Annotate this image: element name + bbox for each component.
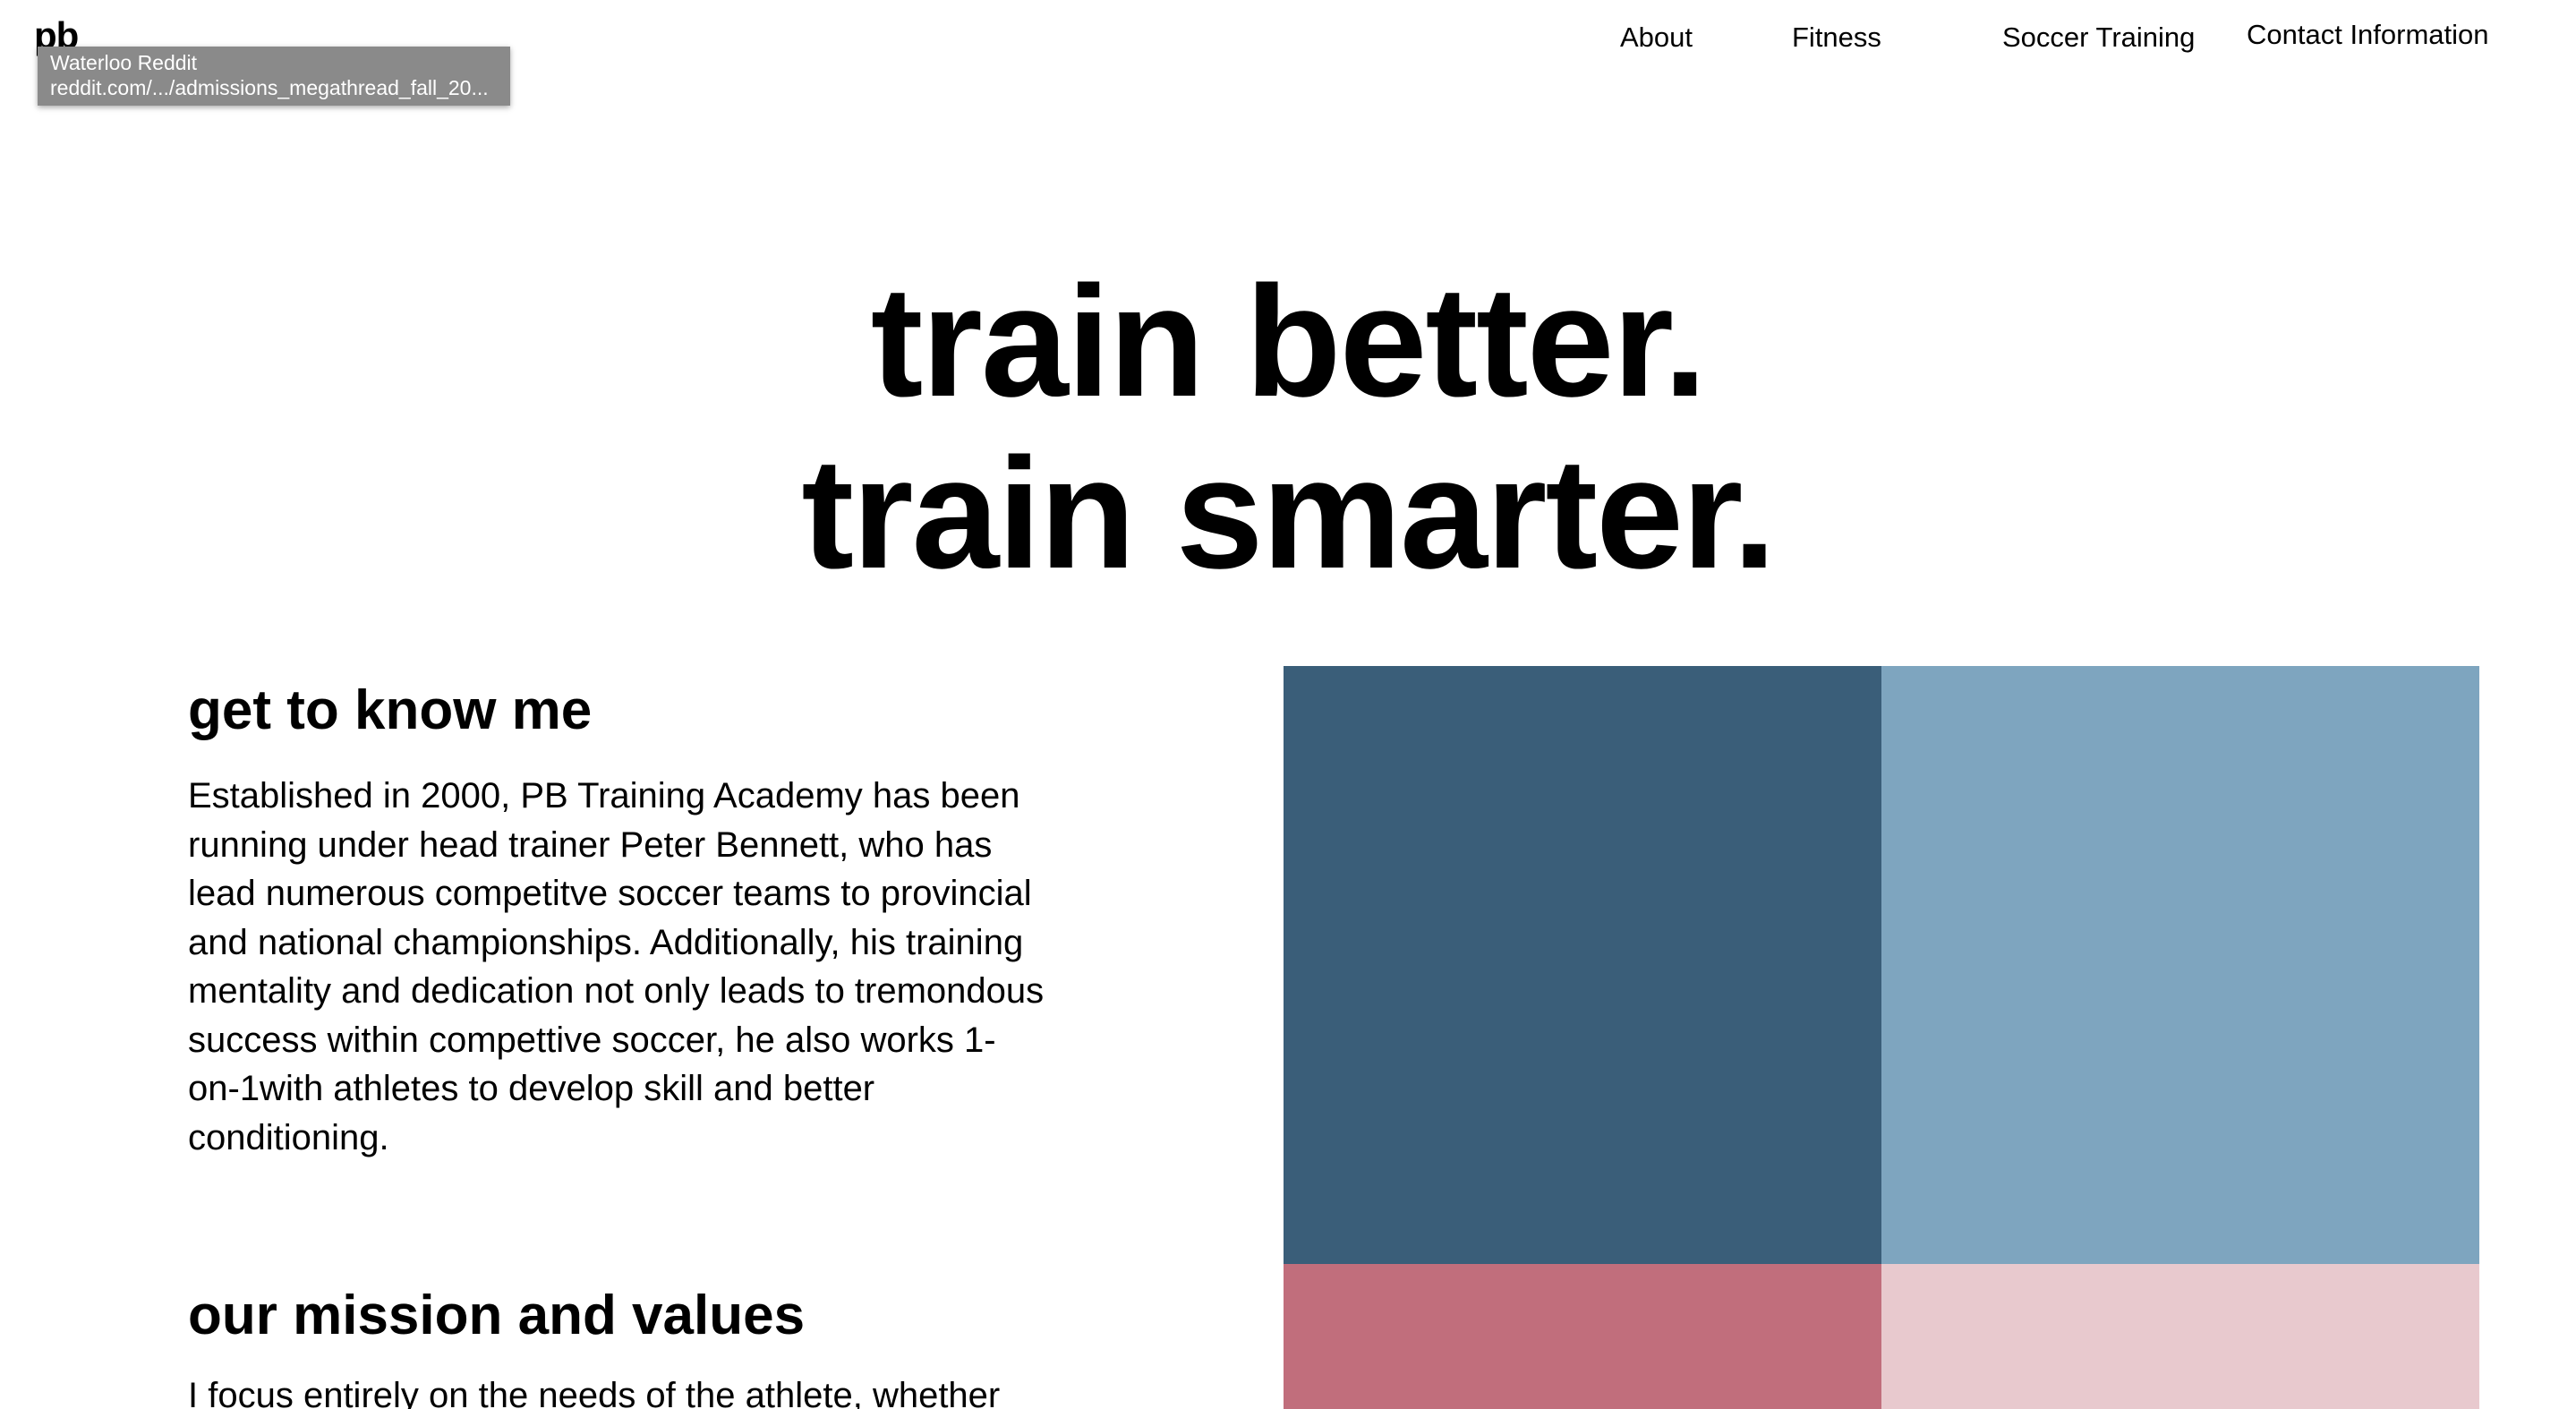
tooltip-title: Waterloo Reddit [50, 51, 198, 74]
tooltip-url: reddit.com/.../admissions_megathread_fal… [50, 76, 489, 99]
color-block-light-blue [1881, 666, 2479, 1264]
nav-link-soccer-training[interactable]: Soccer Training [2002, 18, 2195, 57]
nav-link-about[interactable]: About [1620, 18, 1693, 57]
color-block-grid [1284, 666, 2479, 1409]
color-block-dark-blue [1284, 666, 1881, 1264]
color-block-light-pink [1881, 1264, 2479, 1409]
hero-line-2: train smarter. [801, 425, 1776, 602]
color-block-rose [1284, 1264, 1881, 1409]
mission-paragraph: I focus entirely on the needs of the ath… [188, 1376, 1001, 1409]
hero-heading: train better. train smarter. [0, 256, 2576, 600]
link-preview-tooltip: Waterloo Reddit reddit.com/.../admission… [38, 47, 510, 106]
hero-line-1: train better. [870, 253, 1707, 430]
about-heading: get to know me [188, 679, 593, 741]
main-nav: About Fitness Soccer Training Contact In… [1591, 14, 2576, 68]
nav-link-contact-information[interactable]: Contact Information [2247, 15, 2489, 55]
about-paragraph: Established in 2000, PB Training Academy… [188, 776, 1045, 1157]
mission-heading: our mission and values [188, 1285, 806, 1346]
nav-link-fitness[interactable]: Fitness [1792, 18, 1881, 57]
page: pb About Fitness Soccer Training Contact… [0, 0, 2576, 1409]
